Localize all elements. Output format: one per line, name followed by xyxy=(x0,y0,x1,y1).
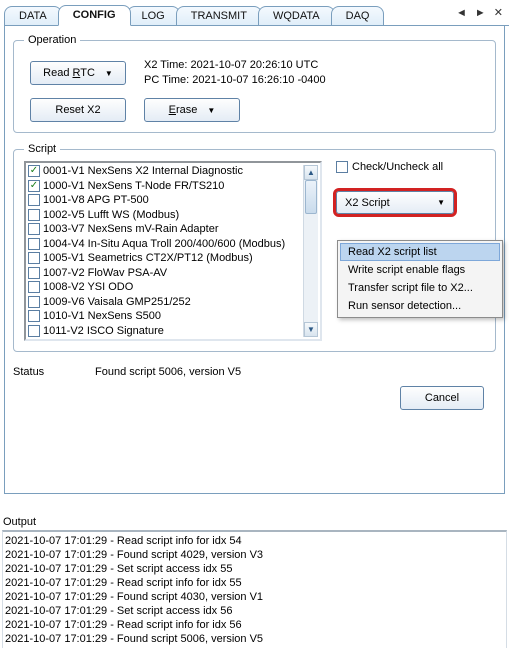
check-all-label: Check/Uncheck all xyxy=(352,161,443,173)
tab-config[interactable]: CONFIG xyxy=(58,5,131,26)
list-item-label: 1005-V1 Seametrics CT2X/PT12 (Modbus) xyxy=(43,251,253,265)
output-label: Output xyxy=(3,516,509,528)
list-item[interactable]: 1008-V2 YSI ODO xyxy=(28,280,304,295)
tab-scroll-left-icon[interactable]: ◄ xyxy=(456,7,467,19)
read-rtc-button[interactable]: Read RTC ▼ xyxy=(30,61,126,85)
config-panel: Operation Read RTC ▼ X2 Time: 2021-10-07… xyxy=(4,26,505,494)
list-item-checkbox[interactable] xyxy=(28,238,40,250)
check-all-checkbox[interactable] xyxy=(336,161,348,173)
status-label: Status xyxy=(13,366,95,378)
tab-close-icon[interactable]: ✕ xyxy=(494,6,503,19)
cancel-button[interactable]: Cancel xyxy=(400,386,484,410)
list-item[interactable]: 1003-V7 NexSens mV-Rain Adapter xyxy=(28,222,304,237)
output-line: 2021-10-07 17:01:29 - Read script info f… xyxy=(5,576,504,590)
list-item-label: 1010-V1 NexSens S500 xyxy=(43,309,161,323)
scroll-track[interactable] xyxy=(304,180,318,322)
tab-log[interactable]: LOG xyxy=(127,6,180,25)
list-item-label: 1009-V6 Vaisala GMP251/252 xyxy=(43,295,191,309)
output-pane[interactable]: 2021-10-07 17:01:29 - Read script info f… xyxy=(2,530,507,648)
output-line: 2021-10-07 17:01:29 - Found script 5006,… xyxy=(5,632,504,646)
list-item[interactable]: 1004-V4 In-Situ Aqua Troll 200/400/600 (… xyxy=(28,237,304,252)
caret-down-icon: ▼ xyxy=(437,198,445,207)
scrollbar[interactable]: ▲ ▼ xyxy=(303,165,318,337)
list-item-checkbox[interactable]: ✓ xyxy=(28,165,40,177)
erase-button[interactable]: Erase ▼ xyxy=(144,98,240,122)
operation-legend: Operation xyxy=(24,34,80,46)
output-line: 2021-10-07 17:01:29 - Set script access … xyxy=(5,562,504,576)
list-item-checkbox[interactable] xyxy=(28,281,40,293)
list-item-checkbox[interactable] xyxy=(28,339,40,341)
scroll-down-icon[interactable]: ▼ xyxy=(304,322,318,337)
tab-scroll-right-icon[interactable]: ► xyxy=(475,7,486,19)
list-item-label: 1000-V1 NexSens T-Node FR/TS210 xyxy=(43,179,224,193)
script-legend: Script xyxy=(24,143,60,155)
tab-nav-controls: ◄ ► ✕ xyxy=(456,6,503,19)
list-item-checkbox[interactable] xyxy=(28,296,40,308)
list-item[interactable]: ✓1000-V1 NexSens T-Node FR/TS210 xyxy=(28,179,304,194)
output-line: 2021-10-07 17:01:29 - Set script access … xyxy=(5,604,504,618)
caret-down-icon: ▼ xyxy=(105,69,113,78)
scroll-thumb[interactable] xyxy=(305,180,317,214)
caret-down-icon: ▼ xyxy=(207,106,215,115)
list-item[interactable]: 1010-V1 NexSens S500 xyxy=(28,309,304,324)
tab-strip: DATA CONFIG LOG TRANSMIT WQDATA DAQ ◄ ► … xyxy=(4,4,509,26)
list-item-checkbox[interactable] xyxy=(28,267,40,279)
x2-time: X2 Time: 2021-10-07 20:26:10 UTC xyxy=(144,58,326,73)
menu-read-script-list[interactable]: Read X2 script list xyxy=(340,243,500,261)
list-item-label: 1007-V2 FloWav PSA-AV xyxy=(43,266,167,280)
list-item-checkbox[interactable] xyxy=(28,194,40,206)
status-value: Found script 5006, version V5 xyxy=(95,366,241,378)
list-item[interactable]: 1011-V2 ISCO Signature xyxy=(28,324,304,339)
menu-transfer-script[interactable]: Transfer script file to X2... xyxy=(340,279,500,297)
scroll-up-icon[interactable]: ▲ xyxy=(304,165,318,180)
list-item-label: 1004-V4 In-Situ Aqua Troll 200/400/600 (… xyxy=(43,237,285,251)
tab-daq[interactable]: DAQ xyxy=(331,6,385,25)
tab-wqdata[interactable]: WQDATA xyxy=(258,6,335,25)
list-item-label: 1014-V1 OTT ecoN xyxy=(43,338,138,341)
list-item-checkbox[interactable] xyxy=(28,310,40,322)
list-item-checkbox[interactable] xyxy=(28,252,40,264)
list-item-label: 0001-V1 NexSens X2 Internal Diagnostic xyxy=(43,164,243,178)
list-item-label: 1008-V2 YSI ODO xyxy=(43,280,133,294)
menu-write-enable-flags[interactable]: Write script enable flags xyxy=(340,261,500,279)
list-item-label: 1011-V2 ISCO Signature xyxy=(43,324,164,338)
tab-transmit[interactable]: TRANSMIT xyxy=(176,6,262,25)
list-item[interactable]: 1014-V1 OTT ecoN xyxy=(28,338,304,341)
list-item[interactable]: 1002-V5 Lufft WS (Modbus) xyxy=(28,208,304,223)
time-readout: X2 Time: 2021-10-07 20:26:10 UTC PC Time… xyxy=(144,58,326,88)
operation-group: Operation Read RTC ▼ X2 Time: 2021-10-07… xyxy=(13,34,496,133)
list-item[interactable]: 1007-V2 FloWav PSA-AV xyxy=(28,266,304,281)
list-item[interactable]: 1005-V1 Seametrics CT2X/PT12 (Modbus) xyxy=(28,251,304,266)
output-line: 2021-10-07 17:01:29 - Read script info f… xyxy=(5,618,504,632)
list-item-label: 1001-V8 APG PT-500 xyxy=(43,193,149,207)
list-item-checkbox[interactable]: ✓ xyxy=(28,180,40,192)
output-line: 2021-10-07 17:01:29 - Read script info f… xyxy=(5,534,504,548)
list-item[interactable]: 1009-V6 Vaisala GMP251/252 xyxy=(28,295,304,310)
output-line: 2021-10-07 17:01:29 - Found script 4029,… xyxy=(5,548,504,562)
reset-x2-button[interactable]: Reset X2 xyxy=(30,98,126,122)
x2-script-menu: Read X2 script list Write script enable … xyxy=(337,240,503,318)
list-item[interactable]: ✓0001-V1 NexSens X2 Internal Diagnostic xyxy=(28,164,304,179)
pc-time: PC Time: 2021-10-07 16:26:10 -0400 xyxy=(144,73,326,88)
menu-run-sensor-detection[interactable]: Run sensor detection... xyxy=(340,297,500,315)
script-listbox[interactable]: ✓0001-V1 NexSens X2 Internal Diagnostic✓… xyxy=(24,161,322,341)
list-item-label: 1002-V5 Lufft WS (Modbus) xyxy=(43,208,179,222)
list-item-label: 1003-V7 NexSens mV-Rain Adapter xyxy=(43,222,219,236)
list-item-checkbox[interactable] xyxy=(28,223,40,235)
output-line: 2021-10-07 17:01:29 - Found script 4030,… xyxy=(5,590,504,604)
x2-script-button[interactable]: X2 Script ▼ xyxy=(336,191,454,214)
tab-data[interactable]: DATA xyxy=(4,6,62,25)
list-item-checkbox[interactable] xyxy=(28,209,40,221)
list-item[interactable]: 1001-V8 APG PT-500 xyxy=(28,193,304,208)
list-item-checkbox[interactable] xyxy=(28,325,40,337)
